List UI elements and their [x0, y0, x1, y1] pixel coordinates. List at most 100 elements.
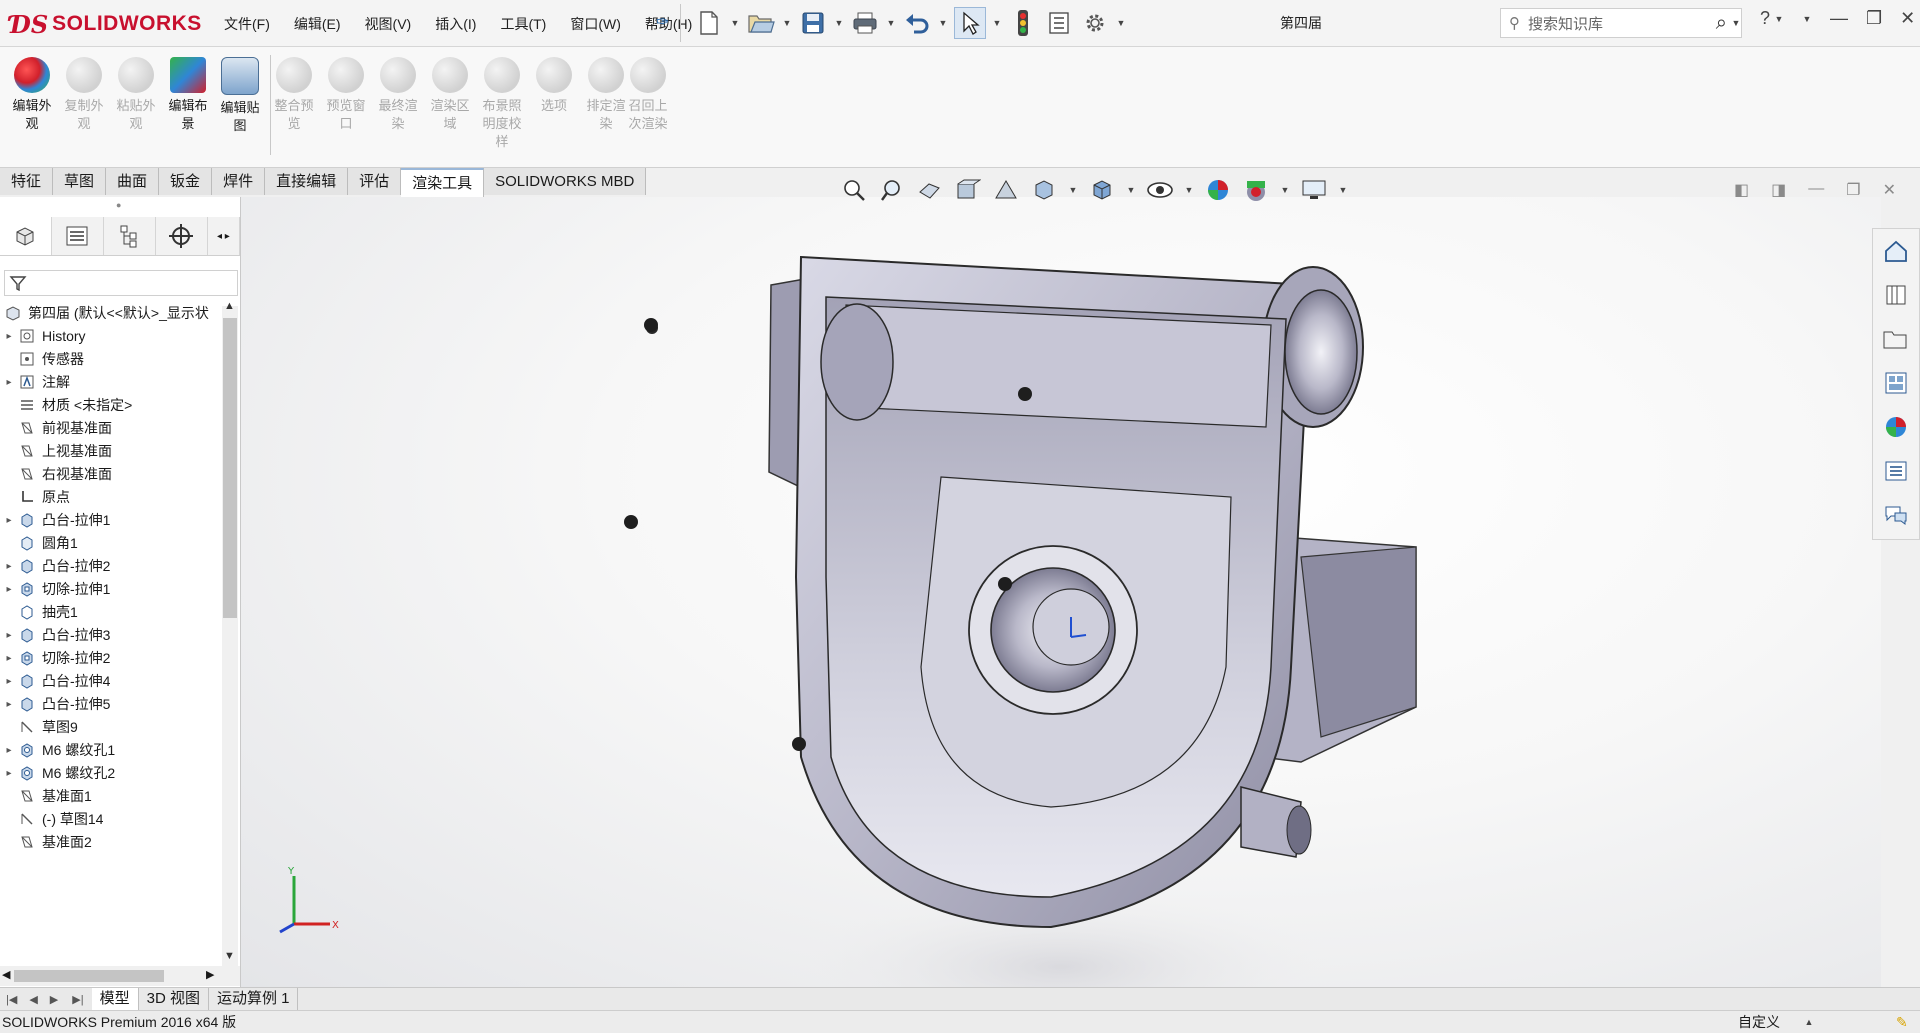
options-gear-icon[interactable] [1080, 8, 1110, 38]
dynamic-annotation-icon[interactable] [992, 176, 1020, 204]
units-system-selector[interactable]: 自定义 [1738, 1011, 1780, 1033]
scroll-down-arrow-icon[interactable]: ▼ [224, 950, 235, 962]
tab-sheet-metal[interactable]: 钣金 [159, 168, 213, 195]
view-orientation-caret[interactable]: ▼ [1068, 185, 1078, 195]
panel-grip[interactable]: ● [116, 200, 121, 210]
expand-arrow-icon[interactable]: ▸ [0, 699, 18, 710]
tab-features[interactable]: 特征 [0, 168, 54, 195]
tab-model[interactable]: 模型 [91, 988, 139, 1010]
expand-arrow-icon[interactable]: ▸ [0, 768, 18, 779]
custom-properties-icon[interactable] [1873, 449, 1919, 493]
menu-file[interactable]: 文件(F) [220, 12, 274, 36]
user-dropdown-caret[interactable]: ▼ [1802, 14, 1812, 24]
scroll-right-arrow-icon[interactable]: ▶ [206, 968, 214, 981]
pin-icon[interactable]: ✑ [656, 12, 669, 32]
save-dropdown-caret[interactable]: ▼ [834, 18, 844, 28]
tab-surfaces[interactable]: 曲面 [106, 168, 160, 195]
viewport-restore-icon[interactable]: ❐ [1846, 180, 1860, 200]
select-dropdown-caret[interactable]: ▼ [992, 18, 1002, 28]
part-model[interactable] [241, 197, 1881, 987]
tree-hscroll-thumb[interactable] [14, 970, 164, 982]
zoom-to-area-icon[interactable] [878, 176, 906, 204]
viewport-minimize-icon[interactable]: — [1808, 180, 1824, 200]
edit-scene-button[interactable]: 编辑布景 [164, 57, 212, 133]
menu-edit[interactable]: 编辑(E) [290, 12, 345, 36]
tab-evaluate[interactable]: 评估 [348, 168, 402, 195]
tab-first-arrow-icon[interactable]: |◀ [0, 993, 23, 1006]
new-dropdown-caret[interactable]: ▼ [730, 18, 740, 28]
display-style-icon[interactable] [1088, 176, 1116, 204]
menu-insert[interactable]: 插入(I) [431, 12, 480, 36]
search-placeholder[interactable]: 搜索知识库 [1528, 13, 1716, 34]
tab-solidworks-mbd[interactable]: SOLIDWORKS MBD [484, 168, 647, 195]
tab-prev-arrow-icon[interactable]: ◀ [23, 993, 43, 1006]
tab-weldments[interactable]: 焊件 [212, 168, 266, 195]
restore-icon[interactable]: ❐ [1866, 8, 1882, 29]
view-settings-icon[interactable] [1300, 176, 1328, 204]
render-region-button[interactable]: 渲染区域 [426, 57, 474, 133]
expand-arrow-icon[interactable]: ▸ [0, 331, 18, 342]
undo-icon[interactable] [902, 8, 932, 38]
open-folder-icon[interactable] [746, 8, 776, 38]
integrated-preview-button[interactable]: 整合预览 [270, 57, 318, 133]
minimize-icon[interactable]: — [1830, 8, 1848, 29]
print-dropdown-caret[interactable]: ▼ [886, 18, 896, 28]
solidworks-forum-icon[interactable] [1873, 493, 1919, 537]
rebuild-traffic-light-icon[interactable] [1008, 8, 1038, 38]
new-document-icon[interactable] [694, 8, 724, 38]
view-orientation-icon[interactable] [1030, 176, 1058, 204]
graphics-area[interactable] [241, 197, 1881, 987]
tree-item[interactable]: 基准面2 [0, 829, 222, 855]
expand-arrow-icon[interactable]: ▸ [0, 630, 18, 641]
rebuild-status-icon[interactable]: ✎ [1896, 1011, 1908, 1033]
tab-next-arrow-icon[interactable]: ▶ [44, 993, 64, 1006]
preview-window-button[interactable]: 预览窗口 [322, 57, 370, 133]
scroll-left-arrow-icon[interactable]: ◀ [2, 968, 10, 981]
file-explorer-icon[interactable] [1873, 317, 1919, 361]
help-dropdown-caret[interactable]: ▼ [1774, 14, 1784, 24]
expand-arrow-icon[interactable]: ▸ [0, 515, 18, 526]
expand-arrow-icon[interactable]: ▸ [0, 584, 18, 595]
edit-appearance-button[interactable]: 编辑外观 [8, 57, 56, 133]
expand-arrow-icon[interactable]: ▸ [0, 745, 18, 756]
final-render-button[interactable]: 最终渲染 [374, 57, 422, 133]
view-settings-caret[interactable]: ▼ [1338, 185, 1348, 195]
edit-appearance-view-icon[interactable] [1204, 176, 1232, 204]
scroll-up-arrow-icon[interactable]: ▲ [224, 300, 235, 312]
expand-arrow-icon[interactable]: ▸ [0, 377, 18, 388]
solidworks-logo[interactable]: ƊS SOLIDWORKS [10, 6, 201, 42]
print-icon[interactable] [850, 8, 880, 38]
display-manager-tab-icon[interactable]: ◂ ▸ [208, 217, 241, 255]
scene-illumination-proof-button[interactable]: 布景照明度校样 [478, 57, 526, 151]
close-icon[interactable]: ✕ [1900, 8, 1915, 29]
search-scope-icon[interactable]: ⚲ [1509, 14, 1520, 32]
tab-direct-editing[interactable]: 直接编辑 [265, 168, 349, 195]
view-palette-icon[interactable] [1873, 361, 1919, 405]
open-dropdown-caret[interactable]: ▼ [782, 18, 792, 28]
apply-scene-icon[interactable] [1242, 176, 1270, 204]
section-view-icon[interactable] [954, 176, 982, 204]
feature-manager-tab-icon[interactable] [0, 217, 52, 255]
menu-window[interactable]: 窗口(W) [566, 12, 625, 36]
paste-appearance-button[interactable]: 粘贴外观 [112, 57, 160, 133]
tree-scroll-thumb[interactable] [223, 318, 237, 618]
appearances-scenes-icon[interactable] [1873, 405, 1919, 449]
menu-view[interactable]: 视图(V) [361, 12, 416, 36]
search-box[interactable]: ⚲ 搜索知识库 ⌕ ▼ [1500, 8, 1742, 38]
viewport-split-right-icon[interactable]: ◨ [1771, 180, 1786, 200]
expand-arrow-icon[interactable]: ▸ [0, 653, 18, 664]
copy-appearance-button[interactable]: 复制外观 [60, 57, 108, 133]
design-library-icon[interactable] [1873, 273, 1919, 317]
save-icon[interactable] [798, 8, 828, 38]
tab-3d-view[interactable]: 3D 视图 [139, 988, 209, 1010]
file-properties-icon[interactable] [1044, 8, 1074, 38]
schedule-render-button[interactable]: 排定渲染 [582, 57, 630, 133]
previous-view-icon[interactable] [916, 176, 944, 204]
display-style-caret[interactable]: ▼ [1126, 185, 1136, 195]
search-icon[interactable]: ⌕ [1716, 12, 1727, 35]
viewport-close-icon[interactable]: ✕ [1883, 180, 1896, 200]
tree-filter[interactable] [4, 270, 238, 296]
menu-tools[interactable]: 工具(T) [496, 12, 550, 36]
zoom-to-fit-icon[interactable] [840, 176, 868, 204]
hide-show-items-icon[interactable] [1146, 176, 1174, 204]
